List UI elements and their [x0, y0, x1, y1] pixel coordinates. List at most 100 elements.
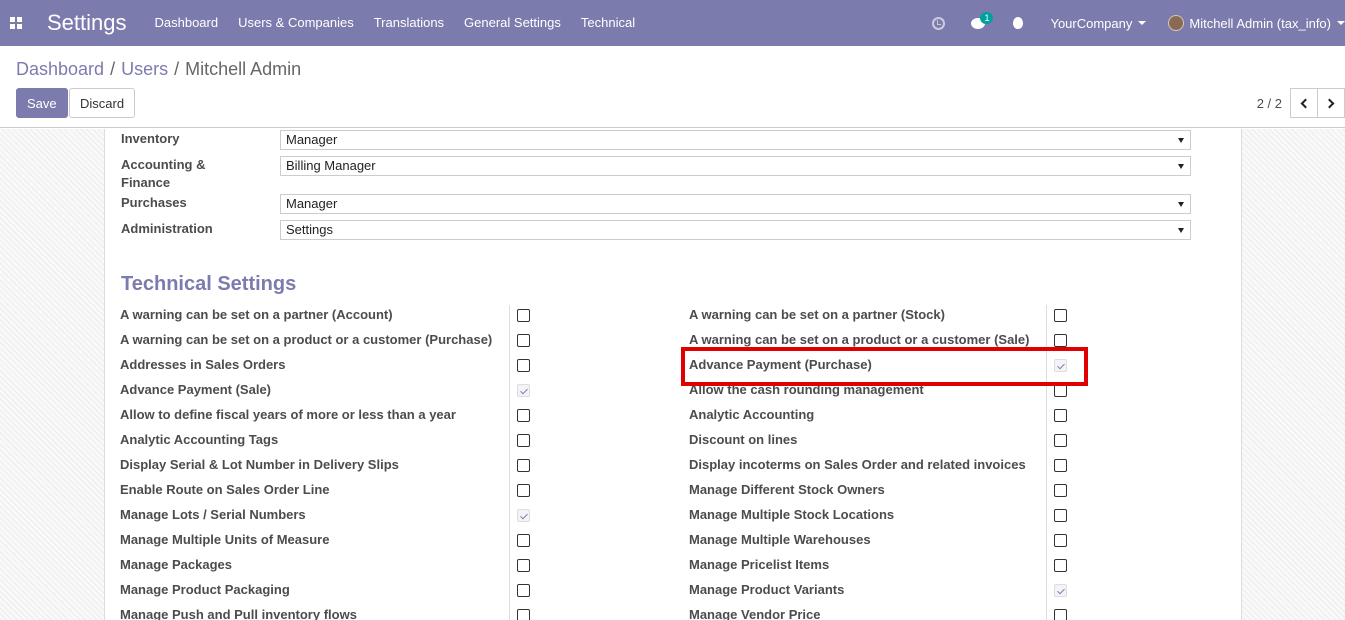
- setting-label: Manage Push and Pull inventory flows: [120, 607, 357, 620]
- chevron-right-icon: [1324, 98, 1335, 108]
- setting-label: Display Serial & Lot Number in Delivery …: [120, 457, 399, 472]
- caret-down-icon: [1337, 21, 1345, 25]
- select-purchases[interactable]: Manager: [280, 194, 1191, 214]
- menu-translations[interactable]: Translations: [364, 0, 454, 46]
- pager: 2 / 2: [1257, 88, 1345, 118]
- user-name: Mitchell Admin (tax_info): [1189, 15, 1331, 31]
- chat-count-badge: 1: [980, 12, 994, 24]
- field-label-administration: Administration: [121, 221, 213, 236]
- setting-checkbox[interactable]: [1054, 309, 1067, 322]
- setting-checkbox-checked[interactable]: [517, 509, 530, 522]
- setting-label: Advance Payment (Purchase): [689, 357, 872, 372]
- setting-label: A warning can be set on a product or a c…: [689, 332, 1030, 347]
- setting-checkbox[interactable]: [1054, 409, 1067, 422]
- setting-checkbox[interactable]: [517, 334, 530, 347]
- apps-menu-icon[interactable]: [0, 0, 32, 46]
- setting-label: Advance Payment (Sale): [120, 382, 272, 397]
- app-title: Settings: [47, 10, 127, 35]
- field-label-purchases: Purchases: [121, 195, 187, 210]
- company-switcher[interactable]: YourCompany: [1038, 16, 1158, 31]
- setting-label: Allow to define fiscal years of more or …: [120, 407, 456, 422]
- setting-label: Addresses in Sales Orders: [120, 357, 286, 372]
- control-panel: Dashboard / Users / Mitchell Admin Save …: [0, 46, 1345, 128]
- menu-dashboard[interactable]: Dashboard: [145, 0, 229, 46]
- breadcrumb: Dashboard / Users / Mitchell Admin: [16, 59, 301, 80]
- setting-checkbox[interactable]: [517, 359, 530, 372]
- setting-checkbox[interactable]: [1054, 334, 1067, 347]
- save-button[interactable]: Save: [16, 88, 68, 118]
- top-navbar: Settings Dashboard Users & Companies Tra…: [0, 0, 1345, 46]
- setting-label: A warning can be set on a partner (Stock…: [689, 307, 945, 322]
- setting-label: Allow the cash rounding management: [689, 382, 924, 397]
- caret-down-icon: [1138, 21, 1147, 25]
- setting-checkbox-checked[interactable]: [517, 384, 530, 397]
- setting-label: Manage Lots / Serial Numbers: [120, 507, 306, 522]
- activity-clock-icon[interactable]: [918, 0, 958, 46]
- discard-button[interactable]: Discard: [69, 88, 136, 118]
- setting-checkbox[interactable]: [517, 609, 530, 620]
- setting-checkbox[interactable]: [1054, 434, 1067, 447]
- company-name: YourCompany: [1050, 15, 1133, 31]
- setting-label: Manage Packages: [120, 557, 233, 572]
- field-label-accounting: Accounting & Finance: [121, 157, 206, 190]
- setting-checkbox-checked[interactable]: [1054, 584, 1067, 597]
- setting-label: Manage Pricelist Items: [689, 557, 830, 572]
- setting-label: Manage Product Packaging: [120, 582, 290, 597]
- setting-label: Manage Multiple Warehouses: [689, 532, 871, 547]
- setting-checkbox[interactable]: [1054, 509, 1067, 522]
- select-inventory[interactable]: Manager: [280, 130, 1191, 150]
- setting-label: Manage Multiple Units of Measure: [120, 532, 330, 547]
- menu-general-settings[interactable]: General Settings: [454, 0, 571, 46]
- setting-checkbox[interactable]: [1054, 559, 1067, 572]
- setting-checkbox[interactable]: [1054, 459, 1067, 472]
- setting-checkbox[interactable]: [517, 484, 530, 497]
- select-administration[interactable]: Settings: [280, 220, 1191, 240]
- setting-label: A warning can be set on a partner (Accou…: [120, 307, 393, 322]
- chat-icon[interactable]: 1: [958, 0, 998, 46]
- column-divider: [1046, 305, 1047, 620]
- breadcrumb-users[interactable]: Users: [121, 59, 168, 80]
- setting-label: Discount on lines: [689, 432, 798, 447]
- column-divider: [509, 305, 510, 620]
- main-menu: Dashboard Users & Companies Translations…: [145, 0, 646, 46]
- pager-value[interactable]: 2 / 2: [1257, 96, 1282, 111]
- setting-label: Manage Product Variants: [689, 582, 845, 597]
- breadcrumb-separator: /: [110, 59, 116, 79]
- setting-label: Display incoterms on Sales Order and rel…: [689, 457, 1026, 472]
- setting-label: Analytic Accounting: [689, 407, 815, 422]
- setting-checkbox[interactable]: [517, 409, 530, 422]
- setting-checkbox[interactable]: [1054, 534, 1067, 547]
- chevron-left-icon: [1300, 98, 1311, 108]
- pager-next-button[interactable]: [1317, 88, 1345, 118]
- setting-checkbox[interactable]: [1054, 484, 1067, 497]
- select-accounting[interactable]: Billing Manager: [280, 156, 1191, 176]
- field-label-inventory: Inventory: [121, 131, 180, 146]
- breadcrumb-current: Mitchell Admin: [185, 59, 302, 79]
- user-menu[interactable]: Mitchell Admin (tax_info): [1158, 15, 1345, 31]
- setting-checkbox-checked[interactable]: [1054, 359, 1067, 372]
- setting-checkbox[interactable]: [517, 584, 530, 597]
- setting-label: Manage Different Stock Owners: [689, 482, 885, 497]
- setting-checkbox[interactable]: [517, 459, 530, 472]
- setting-checkbox[interactable]: [1054, 609, 1067, 620]
- form-sheet: Inventory Manager Accounting & Finance B…: [104, 129, 1242, 620]
- menu-users-companies[interactable]: Users & Companies: [228, 0, 364, 46]
- debug-bug-icon[interactable]: [998, 0, 1038, 46]
- setting-label: Manage Multiple Stock Locations: [689, 507, 895, 522]
- setting-checkbox[interactable]: [517, 559, 530, 572]
- avatar: [1168, 15, 1185, 31]
- setting-checkbox[interactable]: [517, 309, 530, 322]
- menu-technical[interactable]: Technical: [571, 0, 645, 46]
- breadcrumb-separator: /: [174, 59, 180, 79]
- setting-checkbox[interactable]: [1054, 384, 1067, 397]
- setting-checkbox[interactable]: [517, 434, 530, 447]
- form-view: Inventory Manager Accounting & Finance B…: [0, 129, 1345, 620]
- setting-label: Manage Vendor Price: [689, 607, 821, 620]
- setting-label: Analytic Accounting Tags: [120, 432, 279, 447]
- section-title-technical-settings: Technical Settings: [121, 273, 297, 295]
- setting-label: A warning can be set on a product or a c…: [120, 332, 493, 347]
- pager-previous-button[interactable]: [1290, 88, 1318, 118]
- setting-checkbox[interactable]: [517, 534, 530, 547]
- breadcrumb-dashboard[interactable]: Dashboard: [16, 59, 104, 80]
- setting-label: Enable Route on Sales Order Line: [120, 482, 330, 497]
